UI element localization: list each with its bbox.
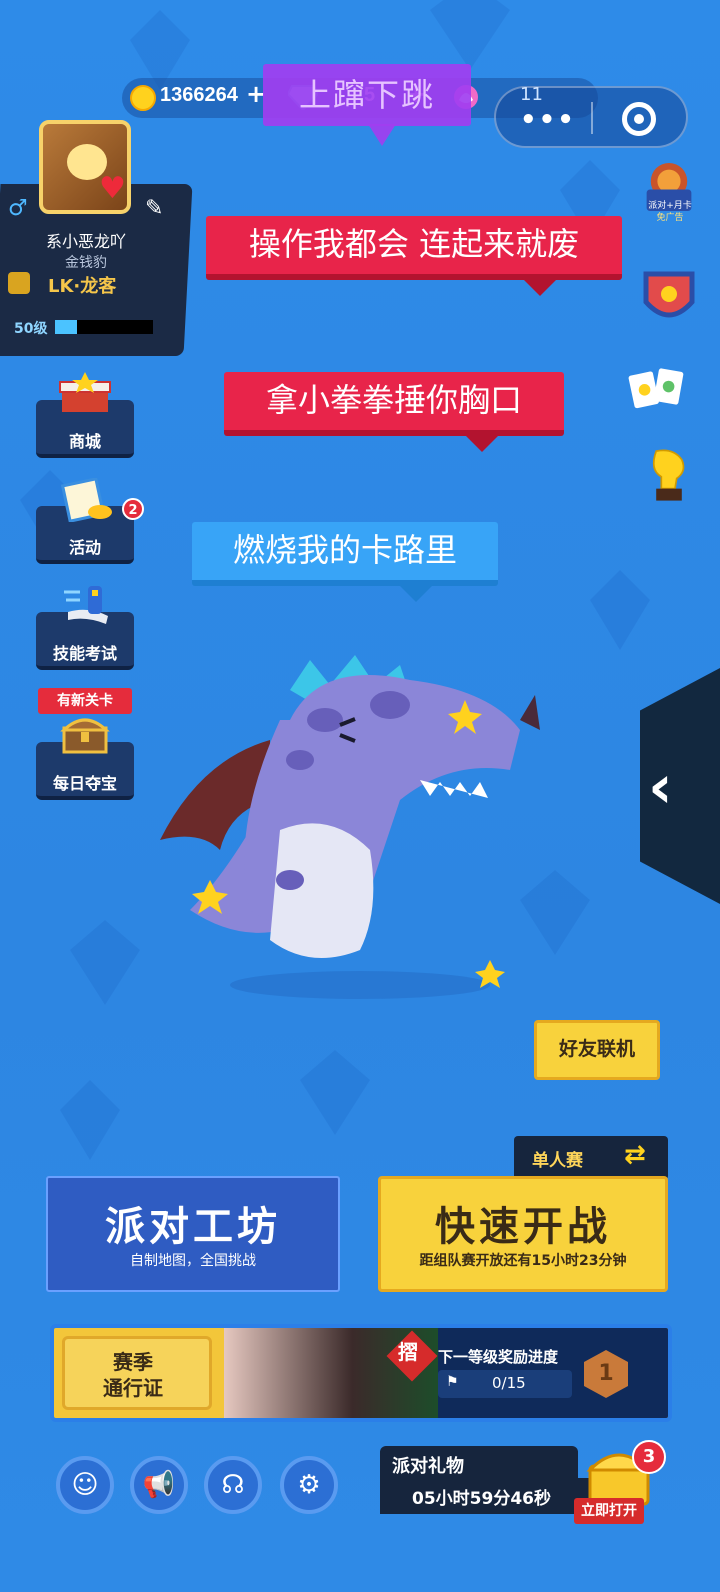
level-progress-bar [55, 320, 153, 334]
chevron-left-icon: ‹ [648, 752, 673, 822]
support-button[interactable]: ☊ [204, 1456, 262, 1514]
cards-icon[interactable] [628, 360, 686, 418]
more-menu-button[interactable]: ••• [520, 105, 576, 135]
avatar[interactable]: ♥ [39, 120, 131, 214]
coin-count: 1366264 [160, 84, 238, 106]
friend-online-button[interactable]: 好友联机 [534, 1020, 660, 1080]
skill-exam-icon [64, 586, 108, 624]
settings-button[interactable]: ⚙ [280, 1456, 338, 1514]
gear-icon: ⚙ [297, 1470, 321, 1500]
edit-icon[interactable]: ✎ [145, 196, 163, 221]
season-pass-label-1: 赛季 [113, 1350, 153, 1374]
season-progress-title: 下一等级奖励进度 [438, 1348, 559, 1366]
chat-bubble-3: 燃烧我的卡路里 [192, 522, 498, 586]
quick-start-title: 快速开战 [435, 1204, 611, 1250]
switch-mode-icon[interactable]: ⇄ [624, 1140, 646, 1170]
trophy-dino-icon[interactable] [640, 446, 698, 504]
chat-bubble-3-tail [398, 584, 434, 602]
megaphone-icon: 📢 [142, 1470, 176, 1500]
mode-label: 单人赛 [532, 1151, 583, 1171]
new-level-tag: 有新关卡 [38, 688, 132, 714]
chat-button[interactable]: ☺ [56, 1456, 114, 1514]
party-workshop-title: 派对工坊 [105, 1204, 281, 1250]
chat-bubble-2-tail [464, 434, 500, 452]
capsule-divider [591, 102, 593, 134]
season-pass-label-2: 通行证 [103, 1376, 163, 1400]
treasure-chest-icon [60, 718, 110, 754]
heart-icon: ♥ [99, 171, 126, 206]
clan-shield-icon[interactable] [640, 268, 698, 326]
daily-treasure-label: 每日夺宝 [52, 774, 117, 793]
season-progress-value: 0/15 [492, 1374, 526, 1392]
emote-banner-tail [368, 124, 396, 146]
player-name: 系小恶龙吖 [45, 232, 126, 251]
party-workshop-subtitle: 自制地图，全国挑战 [130, 1253, 256, 1269]
activity-badge: 2 [122, 498, 144, 520]
chat-icon: ☺ [71, 1470, 99, 1500]
shop-icon [59, 372, 111, 412]
announcement-button[interactable]: 📢 [130, 1456, 188, 1514]
dragon-character[interactable] [150, 630, 550, 1010]
clan-badge-icon [8, 272, 30, 294]
lotus-count: 11 [520, 84, 543, 105]
season-stamp-text: 摺 [398, 1340, 418, 1364]
party-gift-timer: 05小时59分46秒 [412, 1489, 551, 1509]
activity-label: 活动 [68, 538, 101, 557]
activity-icon [60, 478, 112, 522]
chat-bubble-2: 拿小拳拳捶你胸口 [224, 372, 564, 436]
level-progress-fill [55, 320, 77, 334]
chat-bubble-1: 操作我都会 连起来就废 [206, 216, 622, 280]
open-gift-button[interactable]: 立即打开 [574, 1498, 644, 1524]
coin-icon [130, 85, 156, 111]
party-gift-badge: 3 [632, 1440, 666, 1474]
headset-icon: ☊ [221, 1470, 245, 1500]
chat-bubble-1-tail [522, 278, 558, 296]
shop-label: 商城 [68, 432, 101, 451]
flag-icon: ⚑ [446, 1374, 459, 1390]
level-label: 50级 [14, 321, 48, 337]
player-title: 金钱豹 [65, 255, 107, 271]
skill-exam-label: 技能考试 [52, 644, 117, 663]
no-ads-label: 免广告 [656, 213, 684, 223]
clan-name[interactable]: LK·龙客 [48, 272, 116, 298]
quick-start-subtitle: 距组队赛开放还有15小时23分钟 [419, 1253, 627, 1269]
emote-banner-text: 上蹿下跳 [298, 76, 435, 114]
male-icon: ♂ [8, 196, 28, 221]
party-gift-title: 派对礼物 [392, 1456, 464, 1477]
close-miniprogram-button[interactable] [622, 102, 656, 136]
